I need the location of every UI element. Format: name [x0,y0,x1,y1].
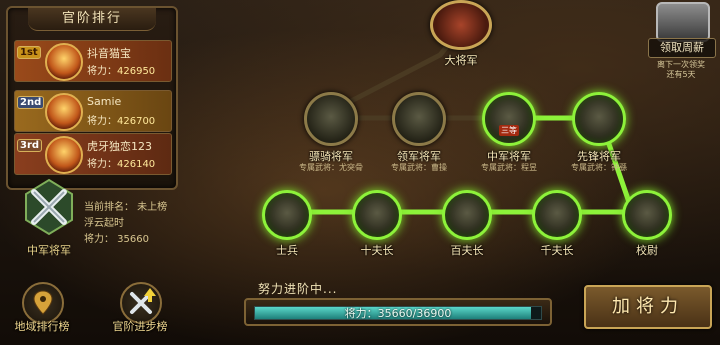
blade-icon [622,190,672,240]
region-rank-button[interactable]: 地域排行榜 [12,282,72,340]
halberd-icon [532,190,582,240]
weekly-reward-note: 离下一次领奖 还有5天 [657,60,705,79]
rank-node-commandant[interactable]: 校尉 [622,190,672,257]
rank-node-squad-leader[interactable]: 十夫长 [352,190,402,257]
claim-weekly-button[interactable]: 领取周薪 [648,38,716,58]
progress-text: 将力：35660/36900 [344,307,452,320]
rank-node-label: 校尉 [636,244,658,257]
rank-panel: 官阶排行 1st 抖音猫宝 将力：426950 2nd Samie 将力：426… [6,6,178,190]
place-badge: 3rd [17,139,43,152]
progress-title: 努力进阶中... [258,282,338,296]
my-info: 当前排名： 未上榜 浮云起时 将力： 35660 [84,200,167,248]
chest-icon [656,2,710,42]
player-name: 虎牙独恋123 [87,140,152,153]
rank-node-grand-general[interactable]: 大将军 [430,0,492,67]
rank-node-central-general[interactable]: 三等 中军将军 专属武将：程昱 [481,92,537,172]
rank-node-soldier[interactable]: 士兵 [262,190,312,257]
player-name: Samie [87,95,122,108]
my-name: 浮云起时 [84,218,124,229]
player-name: 抖音猫宝 [87,47,131,60]
mask-icon [45,93,83,131]
rank-node-label: 大将军 [444,54,478,67]
rank-panel-title: 官阶排行 [28,8,156,31]
promotion-rank-label: 官阶进步榜 [112,320,168,333]
rank-node-chiliarch[interactable]: 千夫长 [532,190,582,257]
screen: 官阶排行 1st 抖音猫宝 将力：426950 2nd Samie 将力：426… [0,0,720,345]
my-rank-text: 当前排名： 未上榜 [84,202,168,213]
region-rank-label: 地域排行榜 [14,320,70,333]
power-progress-bar: 将力：35660/36900 [244,298,552,326]
mask-icon [45,136,83,174]
mask-icon [45,43,83,81]
crossed-swords-icon [482,92,536,146]
rank-entry-1[interactable]: 1st 抖音猫宝 将力：426950 [14,40,172,82]
grand-general-emblem-icon [430,0,492,50]
rank-node-cavalry-general[interactable]: 骠骑将军 专属武将：尤突骨 [299,92,363,172]
add-power-button[interactable]: 加将力 [584,285,712,329]
my-rank-title: 中军将军 [27,244,71,257]
place-badge: 2nd [17,96,45,109]
rank-node-leading-general[interactable]: 领军将军 专属武将：曹操 [391,92,447,172]
promotion-rank-button[interactable]: 官阶进步榜 [110,282,170,340]
sword-icon [572,92,626,146]
place-badge: 1st [17,46,41,59]
player-power: 将力：426950 [87,66,156,77]
grade-badge: 三等 [499,125,519,137]
player-power: 将力：426140 [87,159,156,170]
sickle-icon [262,190,312,240]
rank-node-vanguard-general[interactable]: 先锋将军 专属武将：钟繇 [571,92,627,172]
weekly-reward[interactable]: 领取周薪 离下一次领奖 还有5天 [648,0,716,80]
crossed-swords-icon [304,92,358,146]
progress-track: 将力：35660/36900 [254,306,542,320]
axe-icon [442,190,492,240]
player-power: 将力：426700 [87,116,156,127]
crossed-swords-icon [25,178,73,236]
rank-node-centurion[interactable]: 百夫长 [442,190,492,257]
rank-entry-3[interactable]: 3rd 虎牙独恋123 将力：426140 [14,133,172,175]
rank-entry-2[interactable]: 2nd Samie 将力：426700 [14,90,172,132]
rank-node-exclusive: 专属武将：钟繇 [571,163,627,172]
spear-icon [352,190,402,240]
triple-swords-icon [392,92,446,146]
my-power: 将力： 35660 [84,234,149,245]
